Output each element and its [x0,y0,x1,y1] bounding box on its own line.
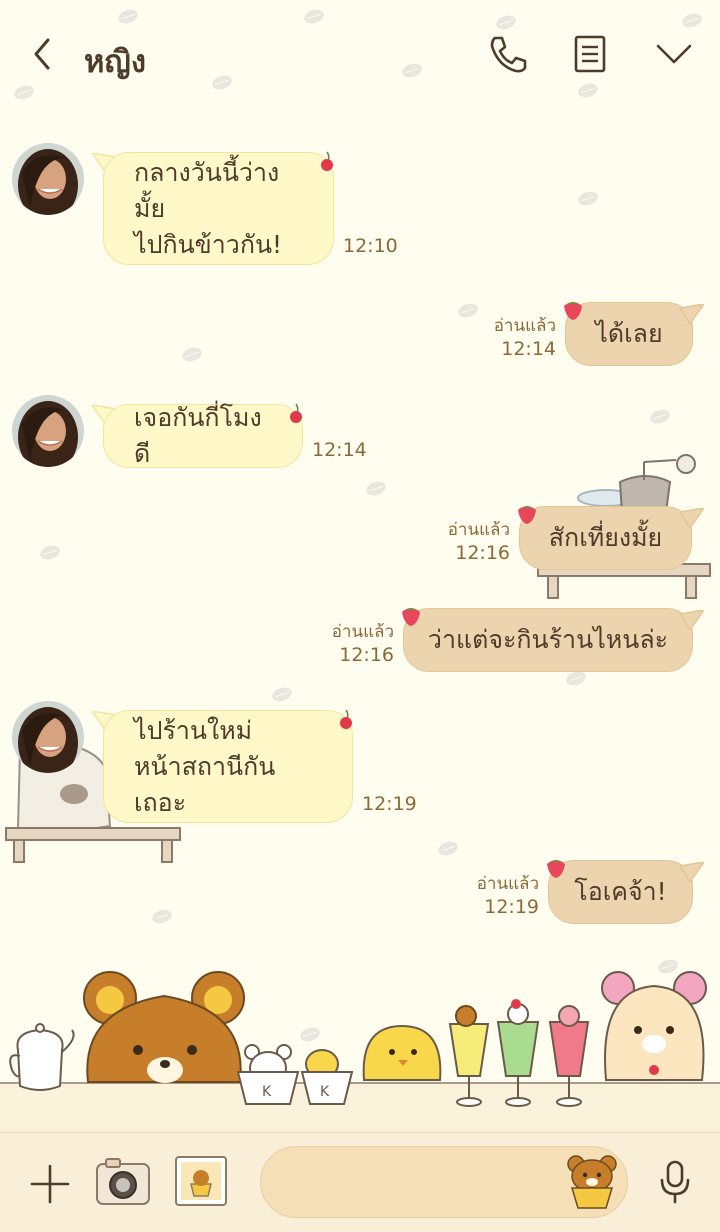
message-time: 12:14 [312,439,367,461]
bubble-tail [680,304,704,324]
microphone-icon[interactable] [654,1158,696,1206]
notes-icon[interactable] [568,32,612,76]
message-bubble-outgoing[interactable]: โอเคจ้า! [548,860,693,924]
message-text: ได้เลย [595,319,663,348]
message-bubble-outgoing[interactable]: สักเที่ยงมั้ย [519,506,692,570]
cherry-icon [290,403,302,423]
message-time: 12:19 [362,793,417,815]
svg-text:K: K [262,1084,272,1100]
message-text: สักเที่ยงมั้ย [548,523,663,552]
message-time: 12:14 [501,338,556,360]
image-icon[interactable] [173,1154,229,1208]
bubble-tail [680,508,704,528]
phone-icon[interactable] [486,32,530,76]
message-time: 12:10 [343,235,398,257]
message-input[interactable] [285,1165,559,1201]
characters-illustration: K K [9,971,707,1107]
strawberry-icon [564,302,582,320]
message-time: 12:16 [455,542,510,564]
strawberry-icon [402,608,420,626]
message-text: ว่าแต่จะกินร้านไหนล่ะ [427,625,669,654]
message-bubble-incoming[interactable]: เจอกันกี่โมงดี [103,403,303,468]
read-receipt: อ่านแล้ว [493,316,556,336]
message-text: โอเคจ้า! [574,877,667,906]
camera-icon[interactable] [94,1156,152,1208]
bubble-tail [680,610,704,630]
chevron-left-icon[interactable] [30,36,54,72]
svg-text:K: K [320,1084,330,1100]
message-bubble-incoming[interactable]: ไปร้านใหม่ หน้าสถานีกันเถอะ [103,710,353,823]
cherry-icon [321,151,333,171]
message-bubble-incoming[interactable]: กลางวันนี้ว่างมั้ย ไปกินข้าวกัน! [103,152,334,265]
strawberry-icon [547,860,565,878]
read-receipt: อ่านแล้ว [476,874,539,894]
contact-avatar[interactable] [12,143,84,215]
contact-name: หญิง [84,44,146,80]
cherry-icon [340,709,352,729]
message-time: 12:19 [484,896,539,918]
message-text: ไปร้านใหม่ หน้าสถานีกันเถอะ [134,715,276,817]
message-time: 12:16 [339,644,394,666]
bear-sticker-icon[interactable] [564,1152,620,1210]
strawberry-icon [518,506,536,524]
read-receipt: อ่านแล้ว [447,520,510,540]
chat-header: หญิง [0,0,720,110]
chevron-down-icon[interactable] [652,32,696,76]
chat-screen: หญิง กลางวันนี้ว่างมั้ย ไปกินข้าวกัน! 12… [0,0,720,1232]
message-bubble-outgoing[interactable]: ว่าแต่จะกินร้านไหนล่ะ [403,608,693,672]
message-text: เจอกันกี่โมงดี [134,403,262,468]
plus-icon[interactable] [28,1162,72,1206]
read-receipt: อ่านแล้ว [331,622,394,642]
contact-avatar[interactable] [12,701,84,773]
contact-avatar[interactable] [12,395,84,467]
message-text: กลางวันนี้ว่างมั้ย ไปกินข้าวกัน! [134,157,283,259]
bubble-tail [680,862,704,882]
